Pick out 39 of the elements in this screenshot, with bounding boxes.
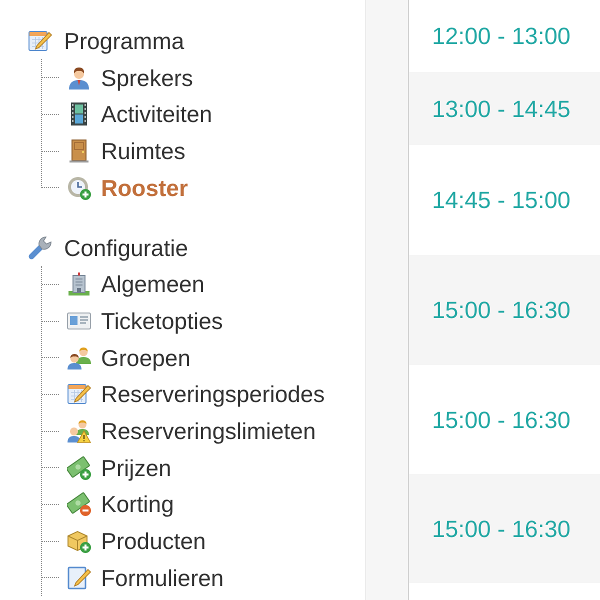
tree-item-link[interactable]: Sprekers (101, 64, 194, 92)
tree-item-link[interactable]: Ticketopties (101, 307, 223, 336)
tree-connector-line (42, 114, 59, 115)
tree-group-link[interactable]: Configuratie (64, 234, 188, 262)
building-icon (67, 272, 91, 296)
wrench-icon (28, 236, 52, 260)
people-warning-icon (67, 419, 91, 444)
tree-connector-line (42, 150, 59, 152)
tree-group-link[interactable]: Programma (64, 26, 184, 55)
tree-item-link[interactable]: Prijzen (101, 454, 172, 482)
tree-connector-line (42, 357, 59, 358)
tree-connector-line (42, 77, 59, 78)
tree-item-link[interactable]: Algemeen (101, 270, 205, 298)
box-plus-icon (67, 529, 91, 554)
tree-item-link[interactable]: Rooster (101, 174, 188, 202)
tree-connector-line (42, 467, 59, 468)
door-icon (67, 139, 91, 163)
calendar-pencil-icon (28, 28, 52, 53)
tree-connector-line (42, 430, 59, 432)
clock-plus-icon (67, 176, 91, 200)
tree-connector-line (42, 320, 59, 322)
tree-item-link[interactable]: Korting (101, 490, 174, 518)
tree-item-link[interactable]: Activiteiten (101, 100, 212, 128)
tree-item-link[interactable]: Producten (101, 527, 206, 556)
tree-connector-line (42, 394, 59, 395)
person-icon (67, 66, 91, 90)
tree-connector-line (42, 577, 59, 578)
tree-item-link[interactable]: Formulieren (101, 564, 224, 592)
tree-connector-line (42, 187, 59, 188)
tree-connector-line (42, 284, 59, 285)
tree-connector-line (42, 504, 59, 505)
two-people-icon (67, 346, 91, 370)
tree-item-link[interactable]: Ruimtes (101, 137, 186, 165)
tree-item-link[interactable]: Groepen (101, 344, 191, 372)
calendar-pencil-icon (67, 382, 91, 406)
document-pencil-icon (67, 566, 91, 590)
tree-item-link[interactable]: Reserveringslimieten (101, 417, 316, 446)
tree-connector-line (42, 540, 59, 542)
tree-item-link[interactable]: Reserveringsperiodes (101, 380, 325, 408)
